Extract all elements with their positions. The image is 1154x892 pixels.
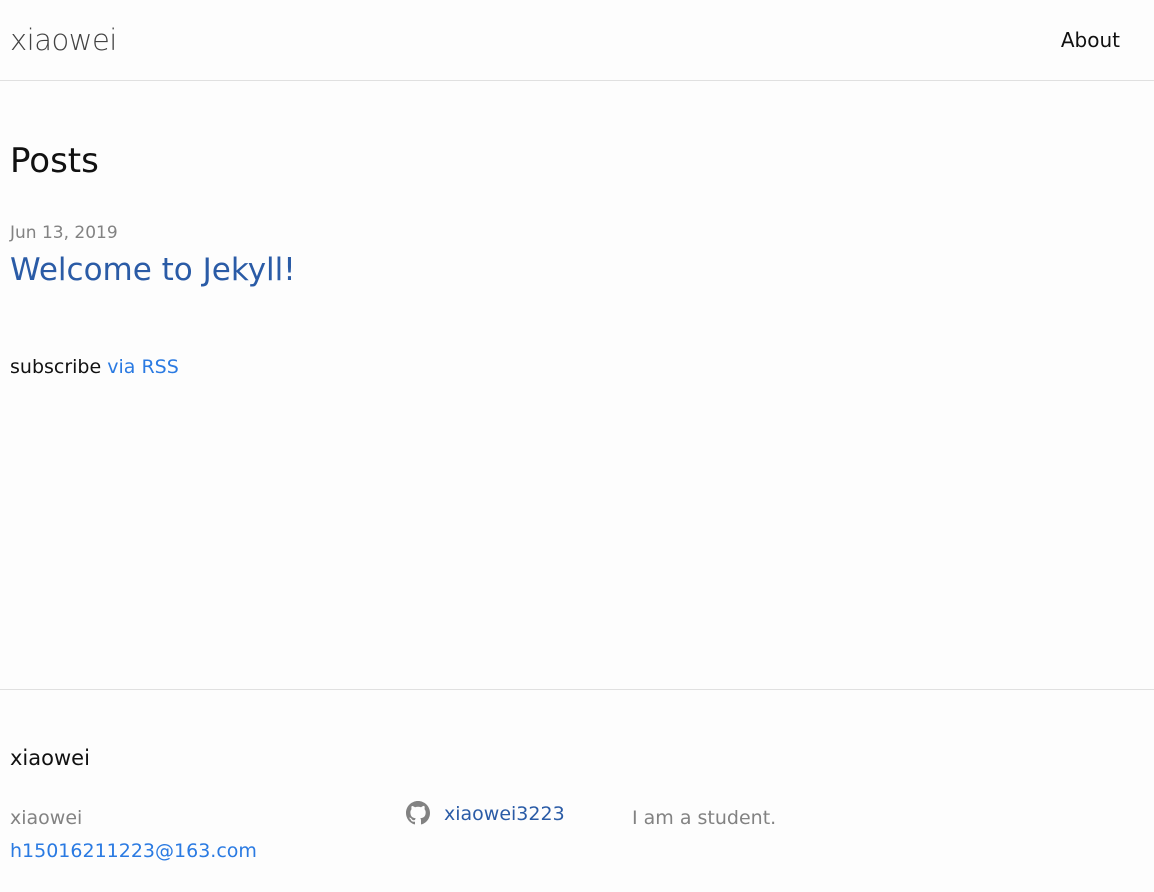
site-footer: xiaowei xiaowei h15016211223@163.com xia…	[0, 689, 1154, 892]
post-title-link[interactable]: Welcome to Jekyll!	[10, 248, 296, 292]
github-icon[interactable]	[406, 800, 430, 825]
rss-link[interactable]: via RSS	[107, 356, 179, 378]
nav-link-about[interactable]: About	[1061, 26, 1120, 54]
footer-email-link[interactable]: h15016211223@163.com	[10, 835, 257, 868]
post-list-item: Jun 13, 2019 Welcome to Jekyll!	[10, 220, 296, 292]
site-description: I am a student.	[632, 807, 777, 829]
post-date: Jun 13, 2019	[10, 223, 118, 243]
rss-subscribe: subscribe via RSS	[10, 353, 179, 381]
github-username-link[interactable]: xiaowei3223	[444, 798, 565, 831]
site-header: xiaowei About	[0, 0, 1154, 81]
rss-prefix-text: subscribe	[10, 356, 102, 378]
page-heading: Posts	[10, 141, 99, 181]
footer-heading: xiaowei	[10, 746, 90, 770]
footer-social-column: xiaowei3223	[406, 798, 565, 831]
footer-name: xiaowei	[10, 807, 83, 829]
footer-description-column: I am a student.	[632, 802, 776, 835]
site-title-link[interactable]: xiaowei	[10, 20, 117, 60]
post-list: Jun 13, 2019 Welcome to Jekyll!	[10, 220, 296, 292]
footer-contact-column: xiaowei h15016211223@163.com	[10, 802, 257, 868]
